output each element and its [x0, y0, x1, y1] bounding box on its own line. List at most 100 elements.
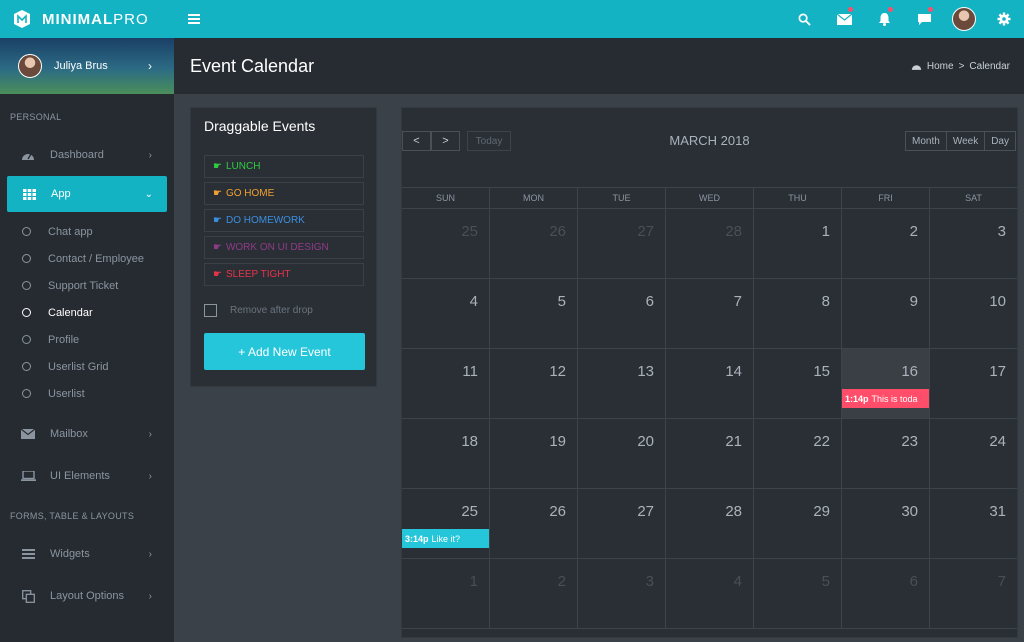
day-number: 7 [733, 293, 742, 310]
sidebar-subitem-support-ticket[interactable]: Support Ticket [0, 272, 174, 299]
sidebar-subitem-profile[interactable]: Profile [0, 326, 174, 353]
add-new-event-button[interactable]: + Add New Event [204, 333, 365, 370]
calendar-day-cell[interactable]: 4 [402, 279, 489, 348]
week-view-button[interactable]: Week [945, 131, 986, 151]
calendar-day-cell[interactable]: 1 [402, 559, 489, 628]
calendar-day-cell[interactable]: 1 [753, 209, 841, 278]
search-icon[interactable] [784, 0, 824, 38]
calendar-day-cell[interactable]: 9 [841, 279, 929, 348]
calendar-day-cell[interactable]: 14 [665, 349, 753, 418]
calendar-day-cell[interactable]: 17 [929, 349, 1017, 418]
calendar-day-cell[interactable]: 8 [753, 279, 841, 348]
laptop-icon [20, 471, 36, 481]
user-avatar-menu[interactable] [944, 0, 984, 38]
menu-toggle-icon[interactable] [188, 14, 200, 24]
sidebar-subitem-calendar[interactable]: Calendar [0, 299, 174, 326]
remove-after-drop-checkbox[interactable] [204, 304, 217, 317]
calendar-event[interactable]: 3:14p Like it? [402, 529, 490, 548]
month-view-button[interactable]: Month [905, 131, 947, 151]
sidebar-item-dashboard[interactable]: Dashboard › [0, 134, 174, 176]
calendar-day-cell[interactable]: 22 [753, 419, 841, 488]
calendar-day-cell[interactable]: 28 [665, 489, 753, 558]
sidebar-item-ui-elements[interactable]: UI Elements › [0, 455, 174, 497]
sidebar-user-panel[interactable]: Juliya Brus › [0, 38, 174, 94]
sidebar-item-app[interactable]: App ⌄ [7, 176, 167, 212]
calendar-day-cell[interactable]: 31 [929, 489, 1017, 558]
brand-logo[interactable]: MINIMALPRO [0, 0, 174, 38]
calendar-day-cell[interactable]: 19 [489, 419, 577, 488]
calendar-day-cell[interactable]: 28 [665, 209, 753, 278]
day-of-week-label: WED [665, 188, 753, 208]
copy-icon [20, 589, 36, 603]
calendar-day-cell[interactable]: 25 [402, 209, 489, 278]
remove-after-drop-row: Remove after drop [191, 290, 376, 317]
calendar-day-cell[interactable]: 16 1:14p This is toda [841, 349, 930, 418]
calendar-day-cell[interactable]: 13 [577, 349, 665, 418]
calendar-day-cell[interactable]: 18 [402, 419, 489, 488]
calendar-day-cell[interactable]: 26 [489, 209, 577, 278]
calendar-event[interactable]: 1:14p This is toda [842, 389, 930, 408]
draggable-event[interactable]: ☛ GO HOME [204, 182, 364, 205]
calendar-day-cell[interactable]: 21 [665, 419, 753, 488]
sidebar-item-layout-options[interactable]: Layout Options › [0, 575, 174, 617]
sidebar-subitem-contact-employee[interactable]: Contact / Employee [0, 245, 174, 272]
calendar-day-cell[interactable]: 7 [665, 279, 753, 348]
draggable-event[interactable]: ☛ WORK ON UI DESIGN [204, 236, 364, 259]
prev-month-button[interactable]: < [402, 131, 431, 151]
sidebar-subitem-userlist[interactable]: Userlist [0, 380, 174, 407]
calendar-day-cell[interactable]: 27 [577, 489, 665, 558]
sidebar-item-mailbox[interactable]: Mailbox › [0, 413, 174, 455]
today-button[interactable]: Today [467, 131, 511, 151]
draggable-event[interactable]: ☛ SLEEP TIGHT [204, 263, 364, 286]
breadcrumb-home[interactable]: Home [927, 61, 954, 72]
calendar-day-cell[interactable]: 2 [841, 209, 929, 278]
calendar-week-row: 11 12 13 14 15 16 1:14p This is toda 17 [402, 349, 1017, 419]
view-switcher: Month Week Day [905, 131, 1016, 151]
calendar-day-cell[interactable]: 6 [841, 559, 929, 628]
grid-icon [21, 188, 37, 200]
calendar-day-cell[interactable]: 27 [577, 209, 665, 278]
circle-icon [22, 281, 31, 290]
circle-icon [22, 254, 31, 263]
day-of-week-label: TUE [577, 188, 665, 208]
calendar-grid: 25 26 27 28 1 2 3 4 5 6 7 8 9 10 11 12 13 14 15 16 1:14p This… [402, 209, 1017, 629]
calendar-day-cell[interactable]: 30 [841, 489, 929, 558]
calendar-day-cell[interactable]: 3 [577, 559, 665, 628]
calendar-day-cell[interactable]: 4 [665, 559, 753, 628]
notification-dot [928, 7, 933, 12]
calendar-day-cell[interactable]: 25 3:14p Like it? [402, 489, 490, 558]
calendar-day-cell[interactable]: 10 [929, 279, 1017, 348]
brand-name: MINIMALPRO [42, 10, 149, 28]
calendar-day-cell[interactable]: 29 [753, 489, 841, 558]
day-view-button[interactable]: Day [984, 131, 1016, 151]
calendar-day-cell[interactable]: 12 [489, 349, 577, 418]
calendar-day-cell[interactable]: 11 [402, 349, 489, 418]
sidebar-subitem-userlist-grid[interactable]: Userlist Grid [0, 353, 174, 380]
breadcrumb-separator: > [958, 60, 965, 72]
calendar-day-cell[interactable]: 2 [489, 559, 577, 628]
sidebar-item-label: Dashboard [50, 149, 104, 161]
calendar-day-cell[interactable]: 5 [489, 279, 577, 348]
calendar-day-cell[interactable]: 24 [929, 419, 1017, 488]
sidebar-item-widgets[interactable]: Widgets › [0, 533, 174, 575]
calendar-day-cell[interactable]: 15 [753, 349, 841, 418]
calendar-day-cell[interactable]: 20 [577, 419, 665, 488]
calendar-day-cell[interactable]: 23 [841, 419, 929, 488]
calendar-day-cell[interactable]: 3 [929, 209, 1017, 278]
calendar-day-cell[interactable]: 5 [753, 559, 841, 628]
bell-icon[interactable] [864, 0, 904, 38]
draggable-event[interactable]: ☛ LUNCH [204, 155, 364, 178]
day-number: 26 [549, 503, 566, 520]
next-month-button[interactable]: > [431, 131, 460, 151]
calendar-week-row: 1 2 3 4 5 6 7 [402, 559, 1017, 629]
calendar-day-cell[interactable]: 6 [577, 279, 665, 348]
event-label: WORK ON UI DESIGN [225, 242, 329, 253]
chat-icon[interactable] [904, 0, 944, 38]
calendar-day-cell[interactable]: 7 [929, 559, 1017, 628]
draggable-event[interactable]: ☛ DO HOMEWORK [204, 209, 364, 232]
chevron-right-icon: › [148, 590, 152, 602]
mail-icon[interactable] [824, 0, 864, 38]
sidebar-subitem-chat-app[interactable]: Chat app [0, 218, 174, 245]
calendar-day-cell[interactable]: 26 [489, 489, 577, 558]
gear-icon[interactable] [984, 0, 1024, 38]
